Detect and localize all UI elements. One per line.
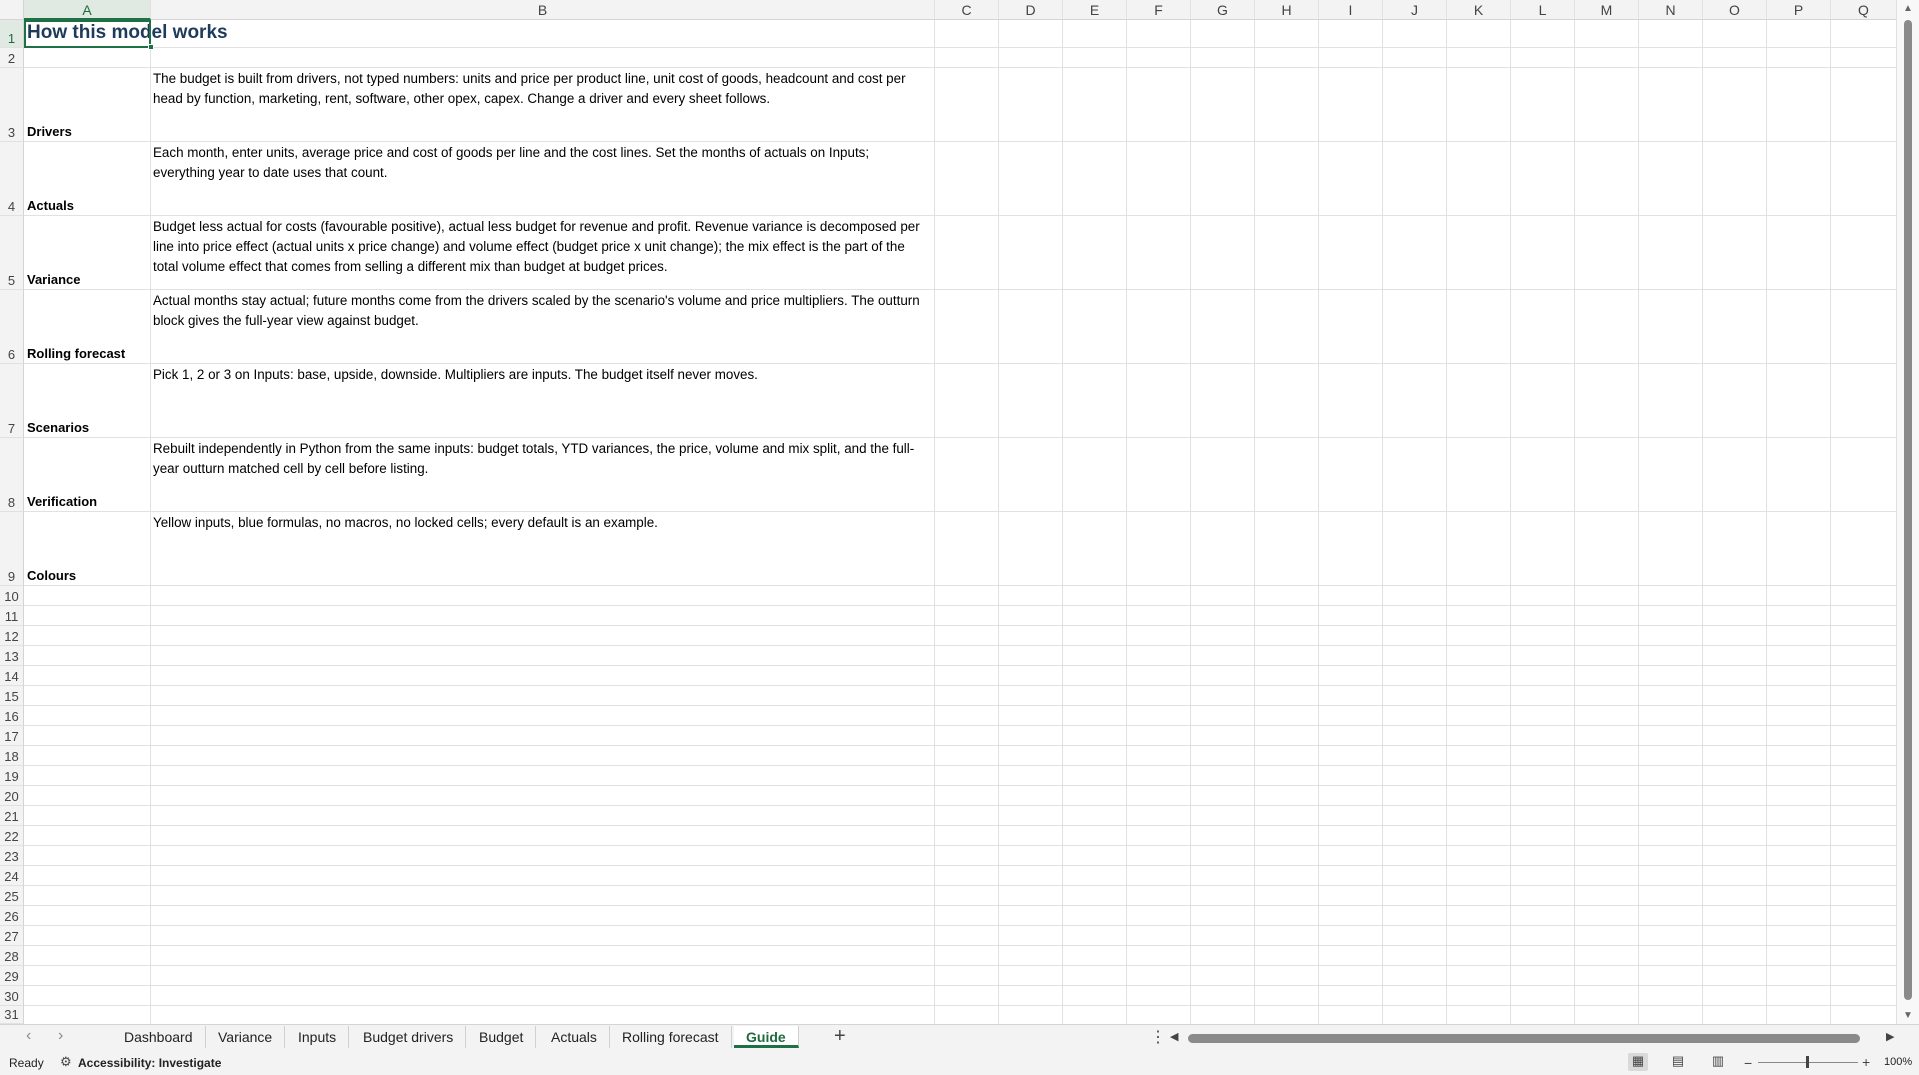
normal-view-icon[interactable]: ▦: [1628, 1053, 1648, 1071]
accessibility-status[interactable]: Accessibility: Investigate: [78, 1056, 221, 1070]
row-header[interactable]: 11: [0, 606, 24, 626]
row-header[interactable]: 19: [0, 766, 24, 786]
scroll-up-icon[interactable]: ▲: [1903, 3, 1913, 14]
tab-inputs[interactable]: Inputs: [286, 1026, 350, 1048]
vertical-scrollbar[interactable]: ▲ ▼: [1897, 0, 1919, 1024]
row-header[interactable]: 31: [0, 1006, 24, 1024]
section-text-verification[interactable]: Rebuilt independently in Python from the…: [153, 439, 929, 479]
tab-dashboard[interactable]: Dashboard: [112, 1026, 206, 1048]
tab-actuals[interactable]: Actuals: [539, 1026, 610, 1048]
column-header-n[interactable]: N: [1639, 0, 1703, 20]
column-header-l[interactable]: L: [1511, 0, 1575, 20]
section-label-drivers[interactable]: Drivers: [27, 124, 72, 139]
row-header[interactable]: 22: [0, 826, 24, 846]
sheet-tabs-bar: ‹ › Dashboard Variance Inputs Budget dri…: [0, 1024, 1919, 1050]
row-header[interactable]: 6: [0, 290, 24, 364]
column-header-o[interactable]: O: [1703, 0, 1767, 20]
chevron-right-icon[interactable]: ›: [58, 1027, 63, 1045]
row-header[interactable]: 29: [0, 966, 24, 986]
section-label-actuals[interactable]: Actuals: [27, 198, 74, 213]
column-header-p[interactable]: P: [1767, 0, 1831, 20]
column-header-i[interactable]: I: [1319, 0, 1383, 20]
scroll-left-icon[interactable]: ◀: [1170, 1030, 1178, 1043]
page-layout-view-icon[interactable]: ▤: [1668, 1053, 1688, 1071]
section-text-drivers[interactable]: The budget is built from drivers, not ty…: [153, 69, 929, 109]
row-header[interactable]: 27: [0, 926, 24, 946]
row-header[interactable]: 9: [0, 512, 24, 586]
row-header[interactable]: 12: [0, 626, 24, 646]
tab-rolling-forecast[interactable]: Rolling forecast: [610, 1026, 732, 1048]
row-header[interactable]: 30: [0, 986, 24, 1006]
column-header-j[interactable]: J: [1383, 0, 1447, 20]
accessibility-icon[interactable]: ⚙: [60, 1054, 72, 1070]
row-header[interactable]: 20: [0, 786, 24, 806]
section-text-variance[interactable]: Budget less actual for costs (favourable…: [153, 217, 929, 277]
more-options-icon[interactable]: ⋮: [1150, 1027, 1166, 1047]
zoom-slider-knob[interactable]: [1806, 1056, 1809, 1068]
vertical-scroll-thumb[interactable]: [1904, 20, 1912, 1000]
tab-budget-drivers[interactable]: Budget drivers: [351, 1026, 467, 1048]
row-header[interactable]: 21: [0, 806, 24, 826]
row-header[interactable]: 13: [0, 646, 24, 666]
row-header[interactable]: 1: [0, 20, 24, 48]
zoom-in-icon[interactable]: +: [1862, 1054, 1870, 1070]
tab-guide[interactable]: Guide: [734, 1026, 799, 1048]
section-label-verification[interactable]: Verification: [27, 494, 97, 509]
column-header-k[interactable]: K: [1447, 0, 1511, 20]
column-header-g[interactable]: G: [1191, 0, 1255, 20]
scroll-right-icon[interactable]: ▶: [1886, 1030, 1894, 1043]
row-header[interactable]: 23: [0, 846, 24, 866]
chevron-left-icon[interactable]: ‹: [26, 1027, 31, 1045]
select-all-corner[interactable]: [0, 0, 24, 20]
section-label-scenarios[interactable]: Scenarios: [27, 420, 89, 435]
column-header-a[interactable]: A: [24, 0, 151, 20]
row-header[interactable]: 3: [0, 68, 24, 142]
zoom-out-icon[interactable]: −: [1744, 1055, 1752, 1071]
plus-icon[interactable]: +: [834, 1025, 846, 1048]
column-header-b[interactable]: B: [151, 0, 935, 20]
tab-variance[interactable]: Variance: [206, 1026, 286, 1048]
row-header[interactable]: 14: [0, 666, 24, 686]
section-text-actuals[interactable]: Each month, enter units, average price a…: [153, 143, 929, 183]
horizontal-scroll-thumb[interactable]: [1188, 1034, 1860, 1043]
column-header-e[interactable]: E: [1063, 0, 1127, 20]
section-text-colours[interactable]: Yellow inputs, blue formulas, no macros,…: [153, 513, 929, 533]
row-header[interactable]: 25: [0, 886, 24, 906]
scroll-down-icon[interactable]: ▼: [1903, 1010, 1913, 1021]
row-header[interactable]: 5: [0, 216, 24, 290]
row-header[interactable]: 10: [0, 586, 24, 606]
fill-handle[interactable]: [148, 44, 154, 50]
status-bar: Ready ⚙ Accessibility: Investigate ▦ ▤ ▥…: [0, 1050, 1919, 1075]
row-header[interactable]: 4: [0, 142, 24, 216]
active-cell-outline: [24, 20, 151, 48]
section-text-rolling-forecast[interactable]: Actual months stay actual; future months…: [153, 291, 929, 331]
row-header[interactable]: 18: [0, 746, 24, 766]
section-label-rolling-forecast[interactable]: Rolling forecast: [27, 346, 125, 361]
row-header[interactable]: 28: [0, 946, 24, 966]
row-header[interactable]: 7: [0, 364, 24, 438]
zoom-level[interactable]: 100%: [1884, 1056, 1912, 1068]
section-label-variance[interactable]: Variance: [27, 272, 81, 287]
tab-budget[interactable]: Budget: [467, 1026, 537, 1048]
spreadsheet-grid[interactable]: A B C D E F G H I J K L M N O P Q 1 2 3 …: [0, 0, 1919, 1024]
status-ready: Ready: [9, 1056, 44, 1070]
column-header-h[interactable]: H: [1255, 0, 1319, 20]
row-header[interactable]: 8: [0, 438, 24, 512]
row-header[interactable]: 2: [0, 48, 24, 68]
section-label-colours[interactable]: Colours: [27, 568, 76, 583]
column-header-d[interactable]: D: [999, 0, 1063, 20]
column-header-f[interactable]: F: [1127, 0, 1191, 20]
column-header-c[interactable]: C: [935, 0, 999, 20]
column-header-m[interactable]: M: [1575, 0, 1639, 20]
row-header[interactable]: 17: [0, 726, 24, 746]
row-header[interactable]: 15: [0, 686, 24, 706]
row-header[interactable]: 24: [0, 866, 24, 886]
section-text-scenarios[interactable]: Pick 1, 2 or 3 on Inputs: base, upside, …: [153, 365, 929, 385]
row-header[interactable]: 16: [0, 706, 24, 726]
page-break-view-icon[interactable]: ▥: [1708, 1053, 1728, 1071]
row-header[interactable]: 26: [0, 906, 24, 926]
column-header-q[interactable]: Q: [1831, 0, 1897, 20]
